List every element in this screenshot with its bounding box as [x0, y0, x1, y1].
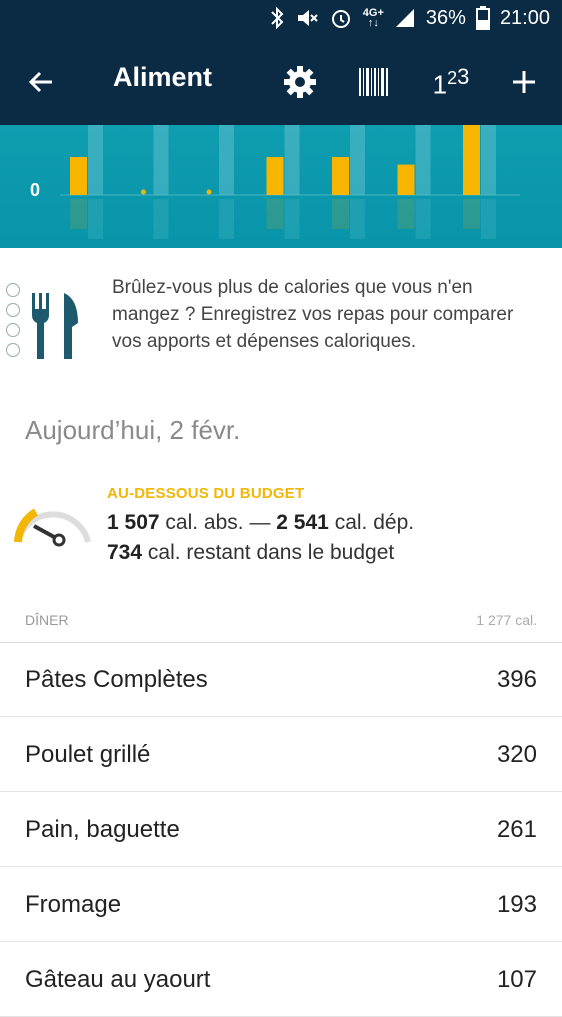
chart-ghost-reflection: [350, 199, 365, 239]
bluetooth-icon: [269, 6, 285, 30]
page-indicator: [6, 283, 20, 357]
food-row[interactable]: Gâteau au yaourt 107: [0, 942, 562, 1017]
meal-name: DÎNER: [25, 612, 69, 628]
number-pad-icon: 123: [433, 64, 470, 101]
remaining-suffix: cal. restant dans le budget: [147, 541, 395, 564]
chart-ghost-reflection: [219, 199, 234, 239]
meal-total: 1 277 cal.: [476, 612, 537, 628]
chart-bar-reflection: [70, 199, 87, 229]
chart-bar-reflection: [266, 199, 284, 229]
chart-ghost-bar: [350, 125, 365, 195]
number-pad-button[interactable]: 123: [424, 60, 478, 104]
gear-icon: [284, 66, 316, 98]
food-row[interactable]: Pâtes Complètes 396: [0, 642, 562, 717]
food-calories: 107: [496, 966, 537, 993]
food-row[interactable]: Fromage 193: [0, 867, 562, 942]
chart-ghost-reflection: [415, 199, 431, 239]
chart-ghost-bar: [415, 125, 431, 195]
chart-bar: [266, 157, 284, 195]
chart-ghost-bar: [284, 125, 300, 195]
chart-bar: [397, 164, 415, 195]
chart-ghost-bar: [88, 125, 103, 195]
number-pad-sup: 23: [447, 64, 469, 89]
back-arrow-icon: [28, 71, 52, 93]
food-row[interactable]: Pain, baguette 261: [0, 792, 562, 867]
number-pad-digit: 1: [432, 69, 448, 100]
budget-calories-line: 1 507 cal. abs. — 2 541 cal. dép.: [107, 511, 414, 535]
info-card: Brûlez-vous plus de calories que vous n'…: [0, 248, 562, 388]
remaining-calories: 734: [107, 541, 143, 564]
number-pad-digit-2: 2: [447, 67, 458, 88]
food-name: Fromage: [25, 891, 122, 918]
settings-button[interactable]: [278, 60, 322, 104]
burned-calories: 2 541: [276, 511, 329, 534]
chart-bar: [70, 157, 87, 195]
plus-icon: [513, 71, 535, 93]
chart-ghost-reflection: [284, 199, 300, 239]
page-title: Aliment: [113, 62, 213, 92]
food-name: Pain, baguette: [25, 816, 180, 843]
food-name: Gâteau au yaourt: [25, 966, 211, 993]
network-4g-icon: 4G+ ↑↓: [362, 7, 384, 29]
page-dot: [6, 283, 20, 297]
fork-knife-icon: [30, 293, 80, 364]
chart-ghost-bar: [481, 125, 496, 195]
budget-summary[interactable]: AU-DESSOUS DU BUDGET 1 507 cal. abs. — 2…: [0, 480, 562, 570]
food-calories: 261: [496, 816, 537, 843]
clock: 21:00: [499, 6, 550, 29]
page-dot: [6, 323, 20, 337]
chart-ghost-reflection: [153, 199, 169, 239]
food-calories: 320: [496, 741, 537, 768]
chart-bar: [141, 189, 146, 195]
meal-header: DÎNER 1 277 cal.: [0, 606, 562, 643]
food-name: Poulet grillé: [25, 741, 151, 768]
food-calories: 193: [496, 891, 537, 918]
chart-ghost-bar: [219, 125, 234, 195]
food-name: Pâtes Complètes: [25, 666, 208, 693]
chart-ghost-reflection: [88, 199, 103, 239]
barcode-icon: [359, 68, 388, 96]
food-row[interactable]: Poulet grillé 320: [0, 717, 562, 792]
mute-icon: [295, 6, 319, 30]
consumed-suffix: cal. abs. —: [165, 511, 271, 534]
app-toolbar: Aliment 123: [0, 38, 562, 125]
calorie-chart[interactable]: 0: [0, 125, 562, 248]
chart-axis-zero: 0: [30, 180, 41, 200]
budget-status: AU-DESSOUS DU BUDGET: [107, 485, 305, 502]
food-list: Pâtes Complètes 396 Poulet grillé 320 Pa…: [0, 642, 562, 1017]
chart-bar: [206, 189, 212, 195]
signal-icon: [394, 7, 416, 29]
number-pad-digit-3: 3: [457, 63, 470, 89]
battery-percent: 36%: [425, 6, 466, 29]
consumed-calories: 1 507: [107, 511, 160, 534]
budget-gauge-icon: [12, 500, 94, 555]
food-calories: 396: [496, 666, 537, 693]
page-dot: [6, 303, 20, 317]
status-icons: 4G+ ↑↓ 36% 21:00: [269, 6, 550, 30]
chart-bar-reflection: [463, 199, 480, 229]
chart-svg: [60, 125, 520, 239]
budget-remaining-line: 734 cal. restant dans le budget: [107, 541, 394, 565]
chart-bar-reflection: [397, 199, 415, 229]
status-bar: 4G+ ↑↓ 36% 21:00: [0, 0, 562, 38]
chart-ghost-bar: [153, 125, 169, 195]
burned-suffix: cal. dép.: [334, 511, 415, 534]
page-dot: [6, 343, 20, 357]
add-food-button[interactable]: [502, 60, 546, 104]
chart-bar: [463, 125, 480, 195]
battery-icon: [475, 6, 490, 30]
back-button[interactable]: [22, 62, 62, 102]
barcode-scan-button[interactable]: [352, 60, 396, 104]
chart-bar: [332, 157, 349, 195]
alarm-icon: [329, 6, 353, 30]
info-text: Brûlez-vous plus de calories que vous n'…: [112, 277, 514, 352]
date-heading: Aujourd’hui, 2 févr.: [25, 415, 241, 445]
chart-bar-reflection: [332, 199, 349, 229]
chart-ghost-reflection: [481, 199, 496, 239]
